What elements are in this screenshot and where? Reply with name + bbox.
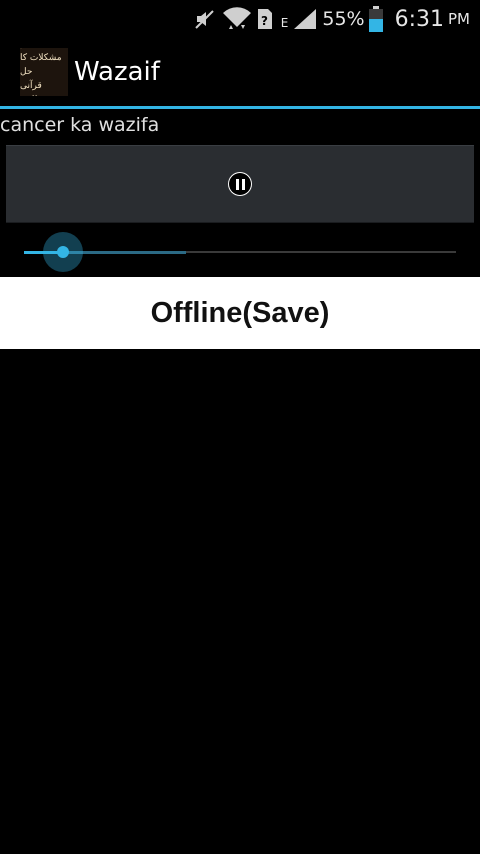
battery-icon — [368, 6, 383, 32]
action-bar: تمام مشکلات کا حل قرآنی وظائف Wazaif — [0, 38, 480, 106]
clock-ampm: PM — [448, 10, 470, 28]
seek-thumb[interactable] — [42, 232, 83, 272]
data-type-label: E — [280, 16, 289, 30]
signal-icon — [292, 7, 318, 31]
wifi-icon — [221, 5, 253, 33]
pause-icon — [229, 173, 251, 195]
track-title: cancer ka wazifa — [0, 114, 160, 136]
logo-line: تمام مشکلات کا حل — [20, 48, 62, 77]
seekbar[interactable] — [24, 232, 456, 272]
action-bar-divider — [0, 106, 480, 109]
offline-save-button[interactable]: Offline(Save) — [0, 277, 480, 349]
app-logo[interactable]: تمام مشکلات کا حل قرآنی وظائف — [20, 48, 68, 96]
pause-button[interactable] — [228, 172, 252, 196]
battery-percent: 55% — [322, 8, 365, 30]
screen: ? E 55% 6:31 PM تمام مشکلات کا حل قرآنی … — [0, 0, 480, 854]
status-bar: ? E 55% 6:31 PM — [0, 0, 480, 38]
clock-time: 6:31 — [394, 6, 444, 32]
svg-text:?: ? — [261, 14, 268, 28]
mute-icon — [193, 7, 217, 31]
player-controls-panel — [6, 145, 474, 223]
logo-line: قرآنی وظائف — [20, 81, 46, 96]
offline-save-label: Offline(Save) — [150, 296, 330, 329]
unknown-sim-icon: ? — [257, 8, 273, 30]
app-title: Wazaif — [74, 57, 160, 87]
